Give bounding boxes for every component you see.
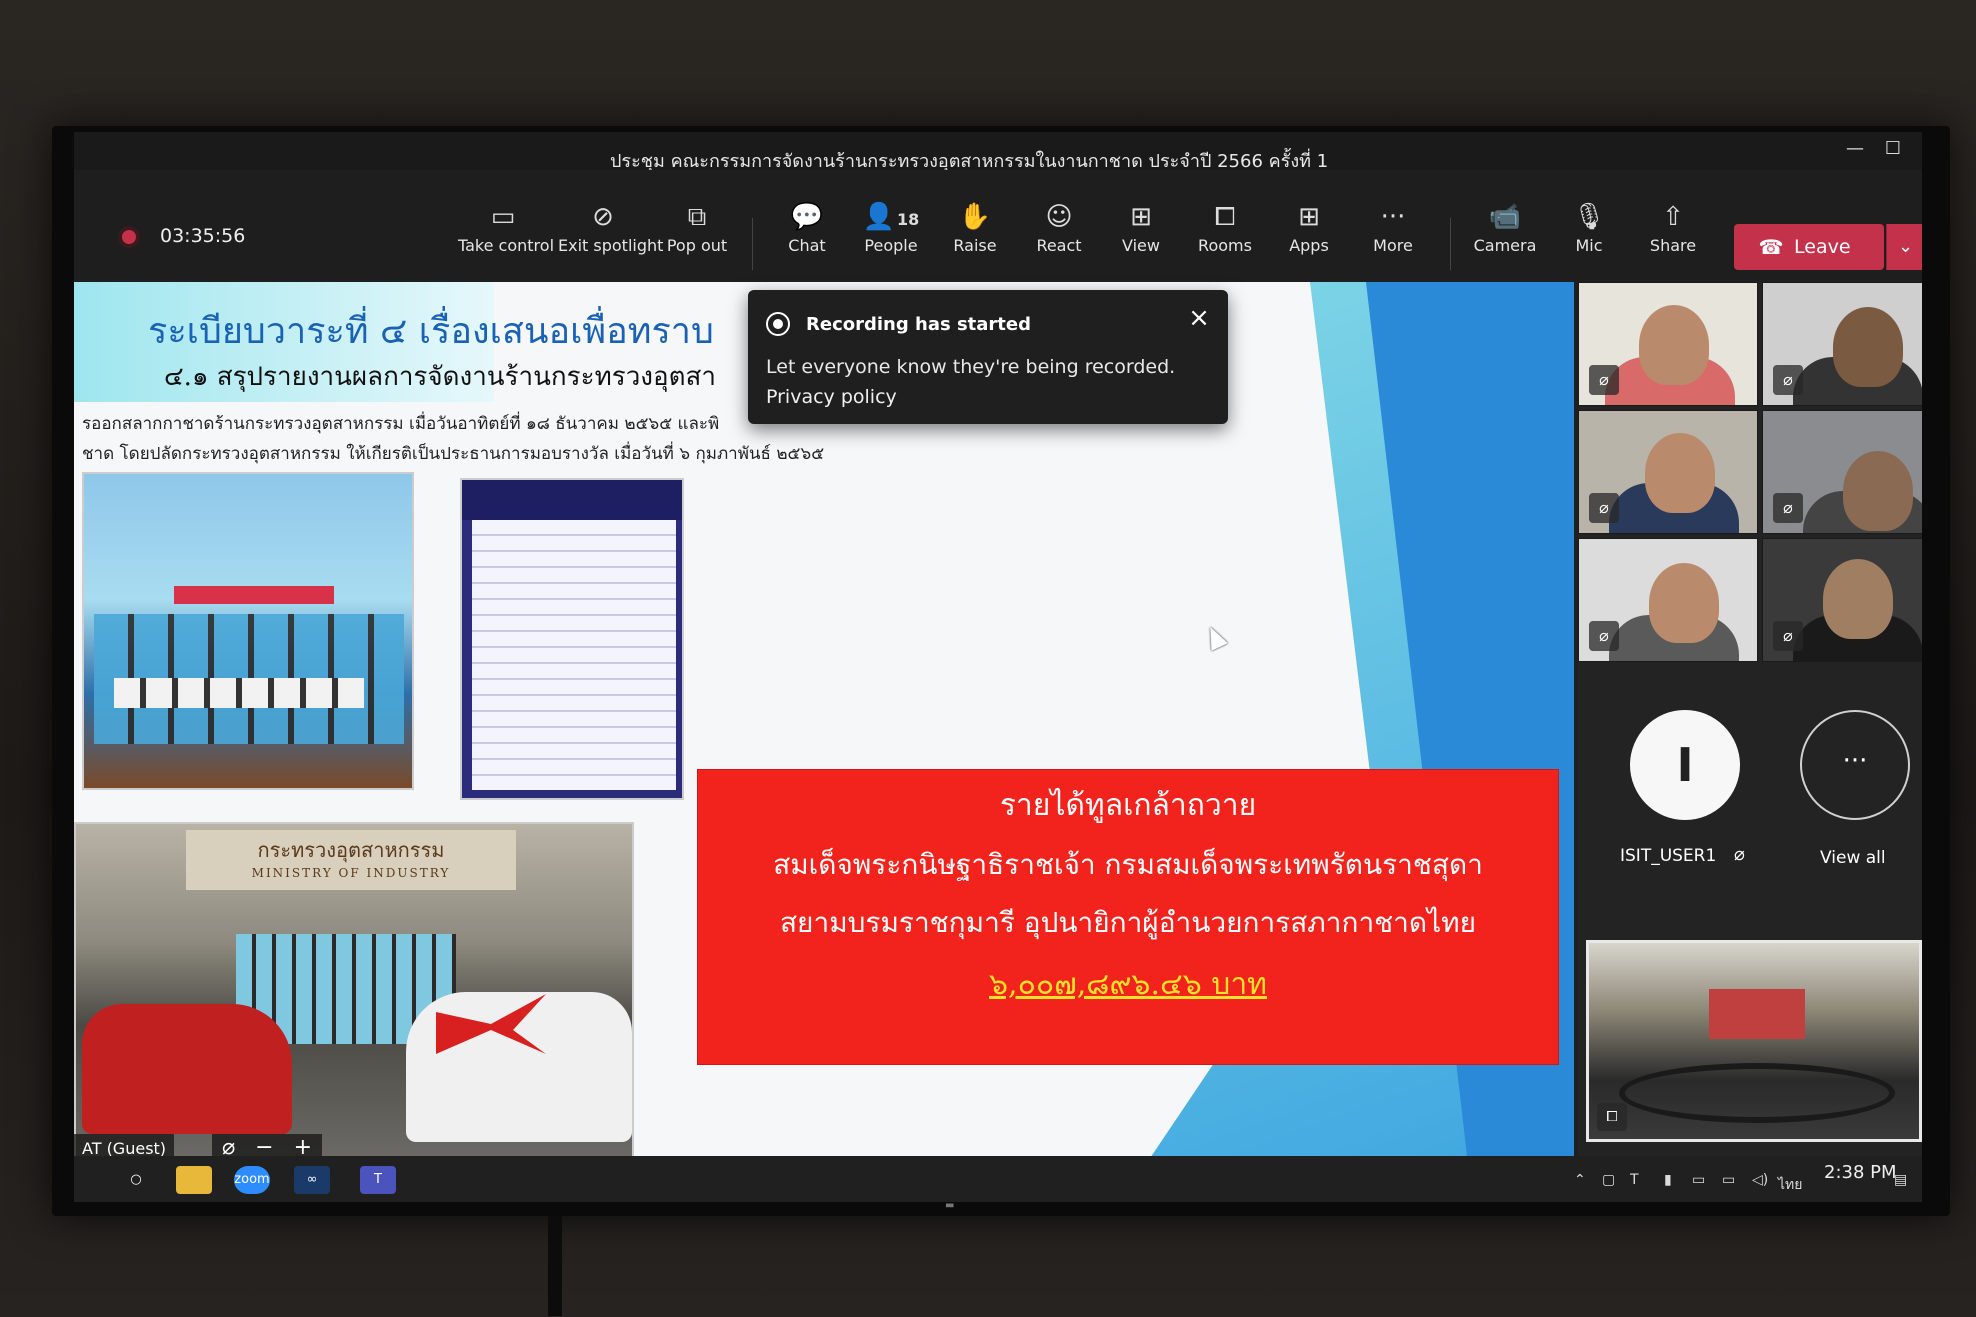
room-icon: ⧠ [1597,1103,1627,1131]
rooms-button[interactable]: ⧠ Rooms [1180,198,1270,270]
grid-icon: ⊞ [1130,202,1152,232]
participant-video-tile[interactable]: ⌀ [1762,410,1922,534]
mouse-cursor-icon [1202,623,1228,651]
file-explorer-icon[interactable] [176,1166,212,1194]
revenue-amount: ๖,๐๐๗,๘๙๖.๔๖ บาท [989,967,1267,1002]
title-bar: ประชุม คณะกรรมการจัดงานร้านกระทรวงอุตสาห… [74,132,1922,172]
view-button[interactable]: ⊞ View [1096,198,1186,270]
share-button[interactable]: ⇧ Share [1628,198,1718,270]
view-all-button[interactable]: ··· [1800,710,1910,820]
maximize-icon[interactable]: ☐ [1882,138,1904,160]
plus-square-icon: ⊞ [1298,202,1320,232]
lottery-draw-photo [82,472,414,790]
zoom-app-icon[interactable]: zoom [234,1166,270,1194]
more-dots-icon: ··· [1380,202,1406,232]
recording-timer: 03:35:56 [160,225,246,247]
react-button[interactable]: ☺ React [1014,198,1104,270]
slide-subheading: ๔.๑ สรุปรายงานผลการจัดงานร้านกระทรวงอุตส… [164,362,716,392]
slide-heading: ระเบียบวาระที่ ๔ เรื่องเสนอเพื่อทราบ [148,311,714,352]
close-icon[interactable]: × [1186,305,1212,332]
lottery-results-sheet [460,478,684,800]
record-icon [766,312,790,336]
volume-icon[interactable]: ◁) [1752,1172,1768,1188]
toolbar-divider [1450,218,1451,270]
mic-off-icon: ⌀ [1589,493,1619,523]
network-icon[interactable]: ▭ [1722,1172,1735,1188]
people-icon: 👤 18 [862,202,920,232]
tray-teams-icon[interactable]: T [1630,1172,1639,1188]
minimize-icon[interactable]: — [1844,138,1866,160]
people-button[interactable]: 👤 18 People [846,198,936,270]
mic-off-icon: ⌀ [1773,365,1803,395]
camera-icon: 📹 [1488,202,1522,232]
pop-out-button[interactable]: ⧉ Pop out [652,198,742,270]
slide-text-line: ชาด โดยปลัดกระทรวงอุตสาหกรรม ให้เกียรติเ… [82,444,825,464]
teams-web-icon[interactable]: ∞ [294,1166,330,1194]
tray-app-icon[interactable]: ▢ [1602,1172,1615,1188]
hand-icon: ✋ [958,202,992,232]
windows-taskbar: ○ zoom ∞ T ⌃ ▢ T ▮ ▭ ▭ ◁) ไทย 2:38 PM ▤ [74,1156,1922,1202]
mic-off-icon: ⌀ [1773,621,1803,651]
exit-spotlight-button[interactable]: ⊘ Exit spotlight [558,198,663,270]
mic-off-icon: ⌀ [1734,844,1745,865]
mic-icon: 🎙 [1572,202,1606,232]
toolbar-divider [752,218,753,270]
rooms-icon: ⧠ [1214,202,1236,232]
take-control-button[interactable]: ▭ Take control [458,198,554,270]
apps-button[interactable]: ⊞ Apps [1264,198,1354,270]
camera-button[interactable]: 📹 Camera [1460,198,1550,270]
tv-stand [548,1216,562,1316]
participant-video-tile[interactable]: ⌀ [1762,282,1922,406]
meeting-toolbar: 03:35:56 ▭ Take control ⊘ Exit spotlight… [74,170,1922,280]
revenue-callout: รายได้ทูลเกล้าถวาย สมเด็จพระกนิษฐาธิราชเ… [698,770,1558,1064]
mic-off-icon: ⌀ [1589,365,1619,395]
award-ceremony-photo: กระทรวงอุตสาหกรรม MINISTRY OF INDUSTRY [74,822,634,1162]
raise-hand-button[interactable]: ✋ Raise [930,198,1020,270]
share-icon: ⇧ [1662,202,1684,232]
people-count: 18 [897,210,920,229]
battery-icon[interactable]: ▭ [1692,1172,1705,1188]
mic-off-icon: ⌀ [1589,621,1619,651]
chat-button[interactable]: 💬 Chat [762,198,852,270]
leave-options-chevron-icon[interactable]: ⌄ [1886,224,1922,270]
teams-app-icon[interactable]: T [360,1166,396,1194]
chat-icon: 💬 [790,202,824,232]
recording-notification: Recording has started Let everyone know … [748,290,1228,424]
privacy-policy-link[interactable]: Privacy policy [766,386,897,408]
teams-meeting-window: ประชุม คณะกรรมการจัดงานร้านกระทรวงอุตสาห… [74,132,1922,1202]
usb-icon[interactable]: ▮ [1664,1172,1672,1188]
slide-text-line: รออกสลากกาชาดร้านกระทรวงอุตสาหกรรม เมื่อ… [82,414,720,434]
participant-video-tile[interactable]: ⌀ [1578,410,1758,534]
participant-video-tile[interactable]: ⌀ [1762,538,1922,662]
participant-name: ISIT_USER1 [1620,846,1717,866]
leave-button[interactable]: ☎ Leave [1734,224,1884,270]
meeting-room-video-tile[interactable]: ⧠ [1586,940,1922,1142]
participant-video-tile[interactable]: ⌀ [1578,282,1758,406]
phone-hangup-icon: ☎ [1758,235,1784,259]
more-button[interactable]: ··· More [1348,198,1438,270]
pop-out-icon: ⧉ [687,202,707,232]
notifications-icon[interactable]: ▤ [1894,1172,1907,1188]
participant-video-tile[interactable]: ⌀ [1578,538,1758,662]
mic-off-icon: ⌀ [1773,493,1803,523]
take-control-icon: ▭ [490,202,516,232]
mic-button[interactable]: 🎙 Mic [1544,198,1634,270]
language-indicator[interactable]: ไทย [1778,1174,1802,1196]
view-all-label: View all [1820,848,1886,868]
smiley-icon: ☺ [1045,202,1073,232]
system-clock[interactable]: 2:38 PM [1824,1162,1897,1183]
search-icon[interactable]: ○ [118,1166,154,1194]
tray-chevron-icon[interactable]: ⌃ [1574,1172,1586,1188]
ministry-sign: กระทรวงอุตสาหกรรม MINISTRY OF INDUSTRY [186,830,516,890]
avatar[interactable]: I [1630,710,1740,820]
exit-spotlight-icon: ⊘ [592,202,614,232]
recording-icon [118,226,140,248]
